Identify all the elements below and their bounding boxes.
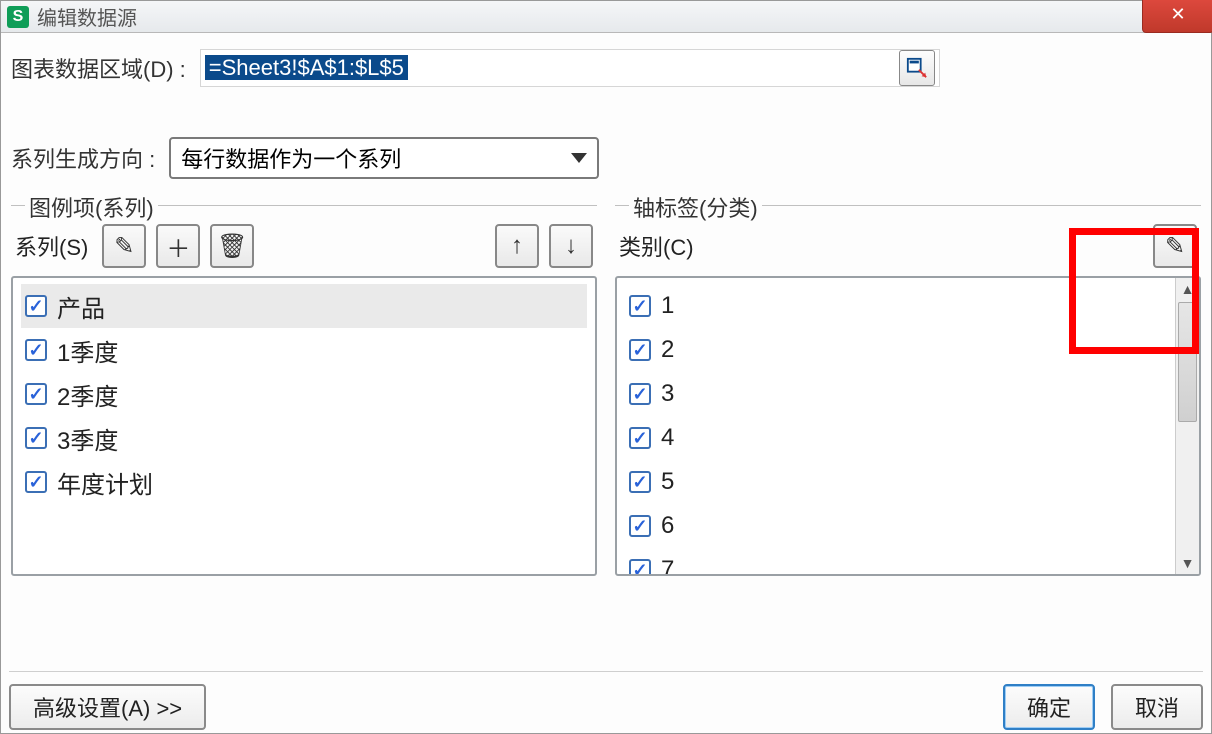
list-item[interactable]: 1	[625, 284, 1167, 328]
dialog-content: 图表数据区域(D) : =Sheet3!$A$1:$L$5 系列生成方向 : 每…	[1, 33, 1211, 586]
checkbox[interactable]	[629, 515, 651, 537]
list-item-label: 3	[661, 380, 674, 408]
axis-category-group: 轴标签(分类) 类别(C) ✎ 1234567 ▲	[615, 205, 1201, 576]
pencil-icon: ✎	[1165, 232, 1185, 261]
checkbox[interactable]	[25, 471, 47, 493]
trash-icon: 🗑	[217, 232, 247, 261]
list-item[interactable]: 年度计划	[21, 460, 587, 504]
chevron-down-icon	[571, 153, 587, 163]
list-item[interactable]: 6	[625, 504, 1167, 548]
chart-range-input[interactable]: =Sheet3!$A$1:$L$5	[205, 55, 408, 80]
title-bar: S 编辑数据源	[1, 1, 1211, 33]
advanced-settings-button[interactable]: 高级设置(A) >>	[9, 684, 206, 730]
scroll-up-arrow[interactable]: ▲	[1176, 278, 1199, 300]
scroll-down-arrow[interactable]: ▼	[1176, 552, 1199, 574]
delete-series-button[interactable]: 🗑	[210, 224, 254, 268]
dialog-window: S 编辑数据源 ✕ 图表数据区域(D) : =Sheet3!$A$1:$L$5	[0, 0, 1212, 734]
pencil-icon: ✎	[114, 232, 134, 261]
list-item[interactable]: 5	[625, 460, 1167, 504]
edit-category-button[interactable]: ✎	[1153, 224, 1197, 268]
checkbox[interactable]	[25, 427, 47, 449]
category-group-title: 轴标签(分类)	[629, 191, 762, 223]
series-subtitle: 系列(S)	[15, 230, 88, 262]
dialog-footer: 高级设置(A) >> 确定 取消	[9, 671, 1203, 731]
category-subtitle: 类别(C)	[619, 230, 694, 262]
checkbox[interactable]	[629, 383, 651, 405]
panels-container: 图例项(系列) 系列(S) ✎ ＋ 🗑	[11, 205, 1201, 576]
move-down-button[interactable]: ↓	[549, 224, 593, 268]
arrow-down-icon: ↓	[565, 232, 577, 260]
range-picker-icon	[906, 57, 928, 79]
checkbox[interactable]	[25, 295, 47, 317]
direction-label: 系列生成方向 :	[11, 142, 155, 174]
checkbox[interactable]	[25, 339, 47, 361]
list-item[interactable]: 1季度	[21, 328, 587, 372]
checkbox[interactable]	[629, 471, 651, 493]
list-item-label: 5	[661, 468, 674, 496]
plus-icon: ＋	[166, 229, 190, 264]
dialog-title: 编辑数据源	[37, 2, 137, 31]
list-item-label: 7	[661, 556, 674, 576]
list-item-label: 产品	[57, 289, 105, 324]
direction-combobox[interactable]: 每行数据作为一个系列	[169, 137, 599, 179]
list-item[interactable]: 7	[625, 548, 1167, 576]
checkbox[interactable]	[629, 339, 651, 361]
list-item[interactable]: 3	[625, 372, 1167, 416]
list-item[interactable]: 产品	[21, 284, 587, 328]
close-button[interactable]: ✕	[1142, 0, 1212, 33]
list-item-label: 6	[661, 512, 674, 540]
ok-button[interactable]: 确定	[1003, 684, 1095, 730]
edit-series-button[interactable]: ✎	[102, 224, 146, 268]
checkbox[interactable]	[629, 295, 651, 317]
arrow-up-icon: ↑	[511, 232, 523, 260]
list-item[interactable]: 2	[625, 328, 1167, 372]
chart-range-input-wrapper: =Sheet3!$A$1:$L$5	[200, 49, 940, 87]
legend-group-title: 图例项(系列)	[25, 191, 158, 223]
chart-range-row: 图表数据区域(D) : =Sheet3!$A$1:$L$5	[11, 49, 1201, 87]
range-picker-button[interactable]	[899, 50, 935, 86]
cancel-button[interactable]: 取消	[1111, 684, 1203, 730]
checkbox[interactable]	[629, 559, 651, 576]
scroll-thumb[interactable]	[1178, 302, 1197, 422]
direction-row: 系列生成方向 : 每行数据作为一个系列	[11, 137, 1201, 179]
list-item-label: 2	[661, 336, 674, 364]
category-listbox[interactable]: 1 2 3 4 5 6 7 ▲ ▼	[615, 276, 1201, 576]
list-item-label: 1	[661, 292, 674, 320]
list-item[interactable]: 3季度	[21, 416, 587, 460]
list-item-label: 1季度	[57, 333, 118, 368]
series-toolbar: 系列(S) ✎ ＋ 🗑 ↑	[11, 224, 597, 268]
direction-value: 每行数据作为一个系列	[181, 142, 401, 174]
category-scrollbar[interactable]: ▲ ▼	[1175, 278, 1199, 574]
checkbox[interactable]	[25, 383, 47, 405]
list-item-label: 2季度	[57, 377, 118, 412]
move-up-button[interactable]: ↑	[495, 224, 539, 268]
list-item-label: 3季度	[57, 421, 118, 456]
list-item[interactable]: 4	[625, 416, 1167, 460]
list-item-label: 4	[661, 424, 674, 452]
checkbox[interactable]	[629, 427, 651, 449]
list-item-label: 年度计划	[57, 465, 153, 500]
list-item[interactable]: 2季度	[21, 372, 587, 416]
legend-series-group: 图例项(系列) 系列(S) ✎ ＋ 🗑	[11, 205, 597, 576]
app-icon: S	[7, 6, 29, 28]
series-listbox[interactable]: 产品 1季度 2季度 3季度年度计划	[11, 276, 597, 576]
chart-range-label: 图表数据区域(D) :	[11, 52, 186, 84]
add-series-button[interactable]: ＋	[156, 224, 200, 268]
category-toolbar: 类别(C) ✎	[615, 224, 1201, 268]
